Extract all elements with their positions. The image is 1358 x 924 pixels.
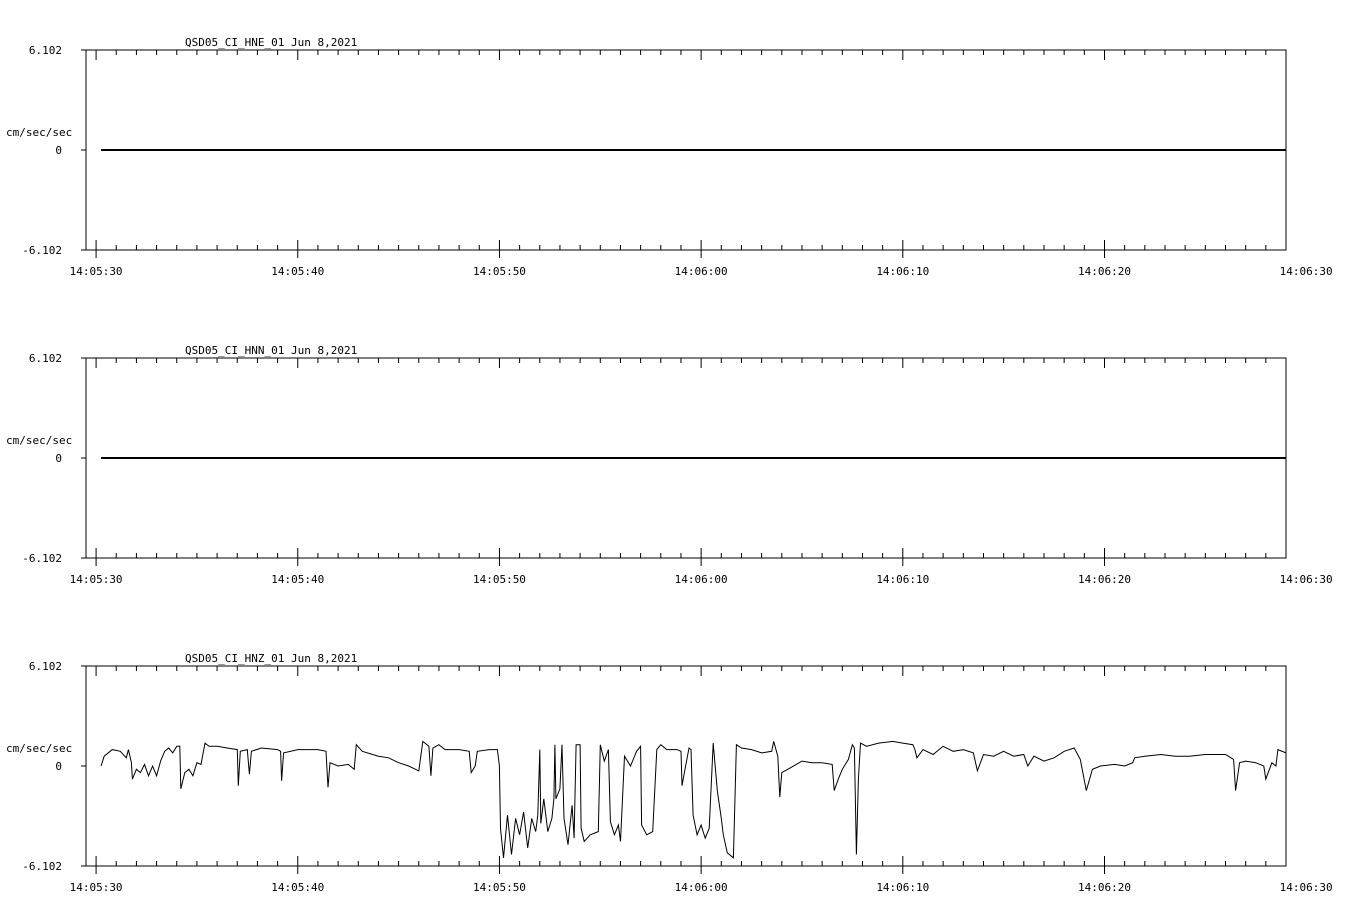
x-tick-label: 14:06:20 [1078, 881, 1131, 894]
y-tick-label: 0 [55, 452, 62, 465]
chart-panel-1: QSD05_CI_HNE_01 Jun 8,2021 cm/sec/sec 6.10… [6, 36, 1333, 278]
x-tick-label: 14:06:10 [876, 265, 929, 278]
x-tick-label: 14:06:00 [675, 573, 728, 586]
y-tick-label: 0 [55, 144, 62, 157]
x-tick-label: 14:06:10 [876, 573, 929, 586]
y-tick-label: 0 [55, 760, 62, 773]
x-tick-label: 14:05:30 [70, 573, 123, 586]
y-axis-label: cm/sec/sec [6, 434, 72, 447]
x-tick-label: 14:05:50 [473, 573, 526, 586]
x-tick-label: 14:06:00 [675, 881, 728, 894]
seismogram-chart: QSD05_CI_HNE_01 Jun 8,2021 cm/sec/sec 6.10… [6, 36, 1333, 894]
x-tick-label: 14:06:00 [675, 265, 728, 278]
y-tick-label: 6.102 [29, 352, 62, 365]
chart-panel-2: QSD05_CI_HNN_01 Jun 8,2021 cm/sec/sec 6.10… [6, 344, 1333, 586]
x-tick-label: 14:06:20 [1078, 573, 1131, 586]
chart-panel-3: QSD05_CI_HNZ_01 Jun 8,2021 cm/sec/sec 6.10… [6, 652, 1333, 894]
y-tick-label: 6.102 [29, 44, 62, 57]
y-tick-label: -6.102 [22, 244, 62, 257]
x-tick-label: 14:05:30 [70, 265, 123, 278]
x-tick-label: 14:06:30 [1280, 573, 1333, 586]
chart-title: QSD05_CI_HNE_01 Jun 8,2021 [185, 36, 357, 49]
y-axis-label: cm/sec/sec [6, 742, 72, 755]
x-tick-label: 14:05:40 [271, 573, 324, 586]
x-tick-label: 14:06:20 [1078, 265, 1131, 278]
x-tick-label: 14:05:30 [70, 881, 123, 894]
y-tick-label: -6.102 [22, 552, 62, 565]
y-tick-label: 6.102 [29, 660, 62, 673]
x-tick-label: 14:05:40 [271, 881, 324, 894]
x-tick-label: 14:06:10 [876, 881, 929, 894]
series-line [100, 740, 1287, 859]
chart-title: QSD05_CI_HNN_01 Jun 8,2021 [185, 344, 357, 357]
y-tick-label: -6.102 [22, 860, 62, 873]
y-axis-label: cm/sec/sec [6, 126, 72, 139]
chart-title: QSD05_CI_HNZ_01 Jun 8,2021 [185, 652, 357, 665]
x-tick-label: 14:05:50 [473, 265, 526, 278]
x-tick-label: 14:05:50 [473, 881, 526, 894]
x-tick-label: 14:06:30 [1280, 881, 1333, 894]
x-tick-label: 14:05:40 [271, 265, 324, 278]
x-tick-label: 14:06:30 [1280, 265, 1333, 278]
